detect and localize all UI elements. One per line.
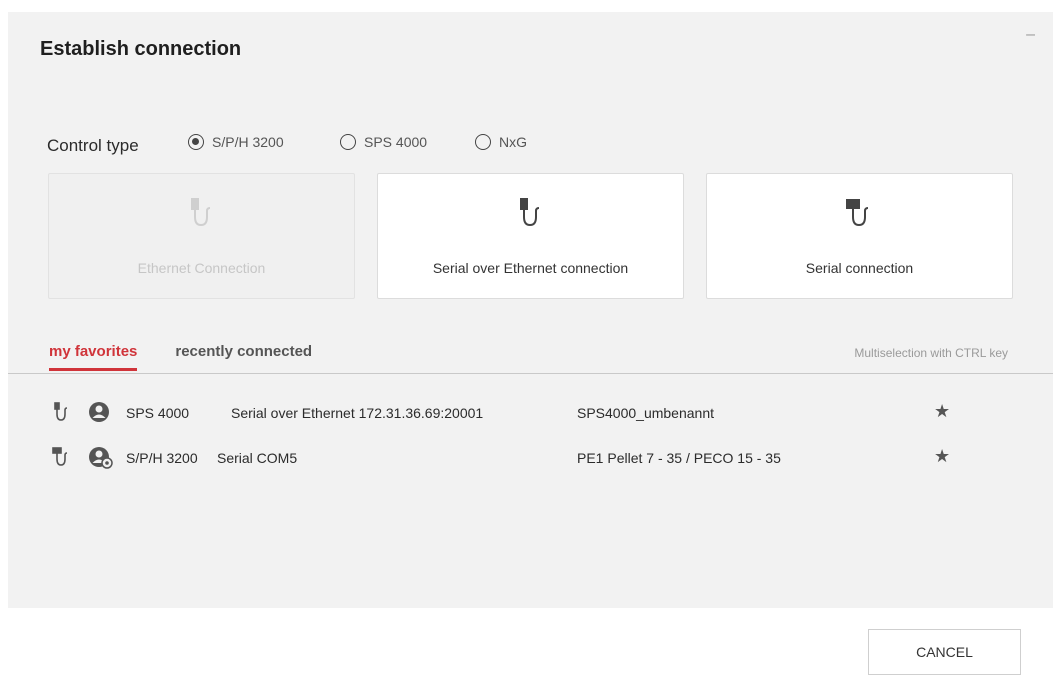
card-label: Ethernet Connection	[137, 260, 266, 276]
connection-dialog: Establish connection – Control type S/P/…	[8, 12, 1053, 608]
minimize-button[interactable]: –	[1026, 26, 1035, 44]
control-type-label: Control type	[47, 136, 139, 155]
tab-my-favorites[interactable]: my favorites	[49, 343, 138, 371]
row-connection: Serial over Ethernet 172.31.36.69:20001	[231, 405, 484, 421]
favorites-tabs: my favorites recently connected	[49, 343, 312, 371]
radio-label: NxG	[499, 134, 527, 150]
radio-label: S/P/H 3200	[212, 134, 284, 150]
multiselection-hint: Multiselection with CTRL key	[854, 346, 1008, 360]
card-label: Serial over Ethernet connection	[432, 260, 629, 276]
serial-plug-icon	[52, 446, 70, 471]
radio-sph3200[interactable]: S/P/H 3200	[188, 134, 284, 150]
radio-nxg[interactable]: NxG	[475, 134, 527, 150]
user-icon	[88, 401, 110, 426]
favorite-star-icon[interactable]: ★	[934, 401, 950, 422]
radio-unselected-icon	[475, 134, 491, 150]
row-control: S/P/H 3200	[126, 450, 198, 466]
ethernet-plug-icon	[52, 401, 70, 426]
ethernet-plug-icon	[49, 196, 354, 237]
serial-plug-icon	[707, 196, 1012, 237]
row-name: PE1 Pellet 7 - 35 / PECO 15 - 35	[577, 450, 781, 466]
ethernet-plug-icon	[378, 196, 683, 237]
radio-sps4000[interactable]: SPS 4000	[340, 134, 427, 150]
radio-unselected-icon	[340, 134, 356, 150]
list-item[interactable]: S/P/H 3200 Serial COM5 PE1 Pellet 7 - 35…	[8, 444, 1053, 474]
radio-selected-icon	[188, 134, 204, 150]
row-control: SPS 4000	[126, 405, 190, 421]
serial-connection-card[interactable]: Serial connection	[706, 173, 1013, 299]
cancel-button[interactable]: CANCEL	[868, 629, 1021, 675]
dialog-title: Establish connection	[40, 38, 242, 60]
row-connection: Serial COM5	[217, 450, 298, 466]
card-label: Serial connection	[805, 260, 914, 276]
ethernet-connection-card: Ethernet Connection	[48, 173, 355, 299]
radio-label: SPS 4000	[364, 134, 428, 150]
serial-over-ethernet-card[interactable]: Serial over Ethernet connection	[377, 173, 684, 299]
divider	[8, 373, 1053, 374]
row-name: SPS4000_umbenannt	[577, 405, 714, 421]
list-item[interactable]: SPS 4000 Serial over Ethernet 172.31.36.…	[8, 399, 1053, 429]
tab-recently-connected[interactable]: recently connected	[175, 343, 312, 371]
favorite-star-icon[interactable]: ★	[934, 446, 950, 467]
user-settings-icon	[88, 446, 114, 473]
